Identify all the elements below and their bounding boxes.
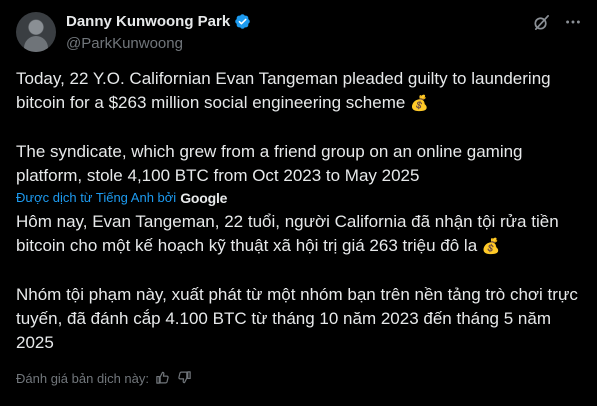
thumbs-down-icon[interactable]	[177, 370, 193, 386]
translation-paragraph: Nhóm tội phạm này, xuất phát từ một nhóm…	[16, 285, 578, 352]
author-name-row: Danny Kunwoong Park	[66, 13, 251, 30]
translation-text: Hôm nay, Evan Tangeman, 22 tuổi, người C…	[16, 212, 559, 255]
tweet-card: Danny Kunwoong Park @ParkKunwoong Today,…	[0, 0, 597, 406]
tweet-body: Today, 22 Y.O. Californian Evan Tangeman…	[16, 67, 582, 355]
avatar[interactable]	[16, 12, 56, 52]
money-bag-emoji: 💰	[481, 238, 501, 255]
google-logo: Google	[180, 190, 228, 206]
translation-block: Hôm nay, Evan Tangeman, 22 tuổi, người C…	[16, 210, 582, 355]
rating-label: Đánh giá bản dịch này:	[16, 370, 149, 386]
more-options-icon[interactable]	[563, 12, 583, 32]
author-handle[interactable]: @ParkKunwoong	[66, 35, 183, 52]
verified-badge-icon	[234, 13, 251, 30]
translation-paragraph: Hôm nay, Evan Tangeman, 22 tuổi, người C…	[16, 210, 582, 259]
translation-rating: Đánh giá bản dịch này:	[16, 370, 193, 386]
tweet-text-paragraph: The syndicate, which grew from a friend …	[16, 142, 523, 185]
tweet-text-paragraph: Today, 22 Y.O. Californian Evan Tangeman…	[16, 67, 582, 116]
author-name[interactable]: Danny Kunwoong Park	[66, 13, 230, 30]
money-bag-emoji: 💰	[410, 95, 429, 112]
tweet-actions-top	[531, 12, 583, 32]
translation-attribution: Được dịch từ Tiếng Anh bởi Google	[16, 189, 582, 207]
grok-icon[interactable]	[531, 12, 551, 32]
thumbs-up-icon[interactable]	[155, 370, 171, 386]
tweet-text: Today, 22 Y.O. Californian Evan Tangeman…	[16, 69, 551, 112]
translated-by-label[interactable]: Được dịch từ Tiếng Anh bởi	[16, 189, 176, 207]
